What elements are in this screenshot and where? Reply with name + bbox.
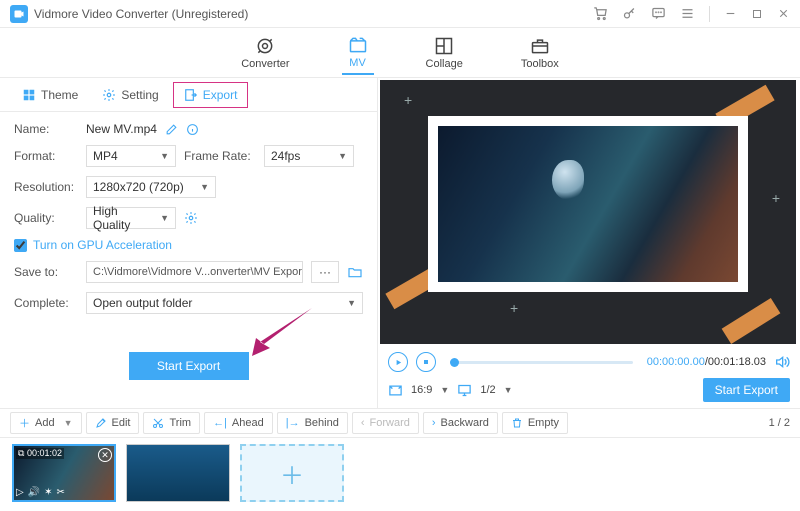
snapshot-icon[interactable] xyxy=(388,383,403,398)
scale-select[interactable]: 1/2▼ xyxy=(480,384,512,396)
close-icon[interactable] xyxy=(777,7,790,20)
subtabs: Theme Setting Export xyxy=(0,78,377,112)
tab-mv[interactable]: MV xyxy=(342,31,374,75)
subtab-theme[interactable]: Theme xyxy=(12,83,88,107)
tab-collage[interactable]: Collage xyxy=(420,32,469,74)
minimize-icon[interactable] xyxy=(724,7,737,20)
converter-icon xyxy=(255,36,275,56)
export-form: Name: New MV.mp4 Format: MP4▼ Frame Rate… xyxy=(0,112,377,324)
start-export-right-button[interactable]: Start Export xyxy=(703,378,790,402)
volume-icon[interactable] xyxy=(774,354,790,370)
thumbnail-strip: ⧉ 00:01:02 ✕ ▷ 🔊 ✶ ✂ ＋ xyxy=(0,438,800,508)
mv-icon xyxy=(348,35,368,55)
name-value: New MV.mp4 xyxy=(86,122,157,136)
complete-label: Complete: xyxy=(14,296,78,310)
folder-open-icon[interactable] xyxy=(347,264,363,280)
titlebar: Vidmore Video Converter (Unregistered) xyxy=(0,0,800,28)
thumb-trim-icon[interactable]: ✂ xyxy=(57,487,65,498)
thumb-vol-icon[interactable]: 🔊 xyxy=(28,487,40,498)
plus-marker: + xyxy=(404,92,412,108)
key-icon[interactable] xyxy=(622,6,637,21)
aspect-select[interactable]: 16:9▼ xyxy=(411,384,449,396)
time-display: 00:00:00.00/00:01:18.03 xyxy=(647,356,766,368)
ahead-button[interactable]: ←|Ahead xyxy=(204,412,273,434)
maximize-icon[interactable] xyxy=(751,8,763,20)
tab-converter[interactable]: Converter xyxy=(235,32,295,74)
thumbnail-2[interactable] xyxy=(126,444,230,502)
main-tabs: Converter MV Collage Toolbox xyxy=(0,28,800,78)
complete-select[interactable]: Open output folder▼ xyxy=(86,292,363,314)
app-title: Vidmore Video Converter (Unregistered) xyxy=(34,7,593,21)
edit-button[interactable]: Edit xyxy=(86,412,140,434)
thumb-action-icons: ▷ 🔊 ✶ ✂ xyxy=(16,487,65,498)
left-pane: Theme Setting Export Name: New MV.mp4 Fo… xyxy=(0,78,378,408)
cart-icon[interactable] xyxy=(593,6,608,21)
duration-badge: ⧉ 00:01:02 xyxy=(16,448,64,459)
tape-decoration xyxy=(722,298,781,344)
gpu-checkbox[interactable]: Turn on GPU Acceleration xyxy=(14,238,172,252)
clip-toolbar: ＋Add▼ Edit Trim ←|Ahead |→Behind ‹Forwar… xyxy=(0,408,800,438)
saveto-label: Save to: xyxy=(14,265,78,279)
play-button[interactable] xyxy=(388,352,408,372)
plus-marker: + xyxy=(772,190,780,206)
plus-marker: + xyxy=(510,300,518,316)
thumb-play-icon[interactable]: ▷ xyxy=(16,487,24,498)
add-thumbnail-button[interactable]: ＋ xyxy=(240,444,344,502)
preview-image xyxy=(438,126,738,282)
format-label: Format: xyxy=(14,149,78,163)
empty-button[interactable]: Empty xyxy=(502,412,568,434)
preview-canvas: + + + xyxy=(380,80,796,344)
forward-button: ‹Forward xyxy=(352,412,419,434)
backward-button[interactable]: ›Backward xyxy=(423,412,498,434)
saveto-path[interactable]: C:\Vidmore\Vidmore V...onverter\MV Expor… xyxy=(86,261,303,283)
screen-icon[interactable] xyxy=(457,383,472,398)
app-logo xyxy=(10,5,28,23)
saveto-more-button[interactable]: ··· xyxy=(311,261,339,283)
resolution-select[interactable]: 1280x720 (720p)▼ xyxy=(86,176,216,198)
start-export-button[interactable]: Start Export xyxy=(129,352,249,380)
add-button[interactable]: ＋Add▼ xyxy=(10,412,82,434)
info-icon[interactable] xyxy=(186,123,199,136)
preview-pane: + + + 00:00:00.00/00:01:18.03 16:9▼ 1/2▼… xyxy=(378,78,800,408)
toolbox-icon xyxy=(530,36,550,56)
subtab-setting[interactable]: Setting xyxy=(92,83,168,107)
stop-button[interactable] xyxy=(416,352,436,372)
menu-icon[interactable] xyxy=(680,6,695,21)
collage-icon xyxy=(434,36,454,56)
preview-frame xyxy=(428,116,748,292)
page-indicator: 1 / 2 xyxy=(769,417,790,429)
framerate-select[interactable]: 24fps▼ xyxy=(264,145,354,167)
quality-gear-icon[interactable] xyxy=(184,211,198,225)
framerate-label: Frame Rate: xyxy=(184,149,256,163)
subtab-export[interactable]: Export xyxy=(173,82,249,108)
tab-toolbox[interactable]: Toolbox xyxy=(515,32,565,74)
format-select[interactable]: MP4▼ xyxy=(86,145,176,167)
delete-thumb-icon[interactable]: ✕ xyxy=(98,448,112,462)
edit-name-icon[interactable] xyxy=(165,123,178,136)
thumbnail-1[interactable]: ⧉ 00:01:02 ✕ ▷ 🔊 ✶ ✂ xyxy=(12,444,116,502)
trim-button[interactable]: Trim xyxy=(143,412,200,434)
quality-select[interactable]: High Quality▼ xyxy=(86,207,176,229)
quality-label: Quality: xyxy=(14,211,78,225)
behind-button[interactable]: |→Behind xyxy=(277,412,348,434)
progress-bar[interactable] xyxy=(450,361,633,364)
feedback-icon[interactable] xyxy=(651,6,666,21)
name-label: Name: xyxy=(14,122,78,136)
player-controls: 00:00:00.00/00:01:18.03 16:9▼ 1/2▼ Start… xyxy=(378,346,800,408)
thumb-edit-icon[interactable]: ✶ xyxy=(44,487,52,498)
resolution-label: Resolution: xyxy=(14,180,78,194)
